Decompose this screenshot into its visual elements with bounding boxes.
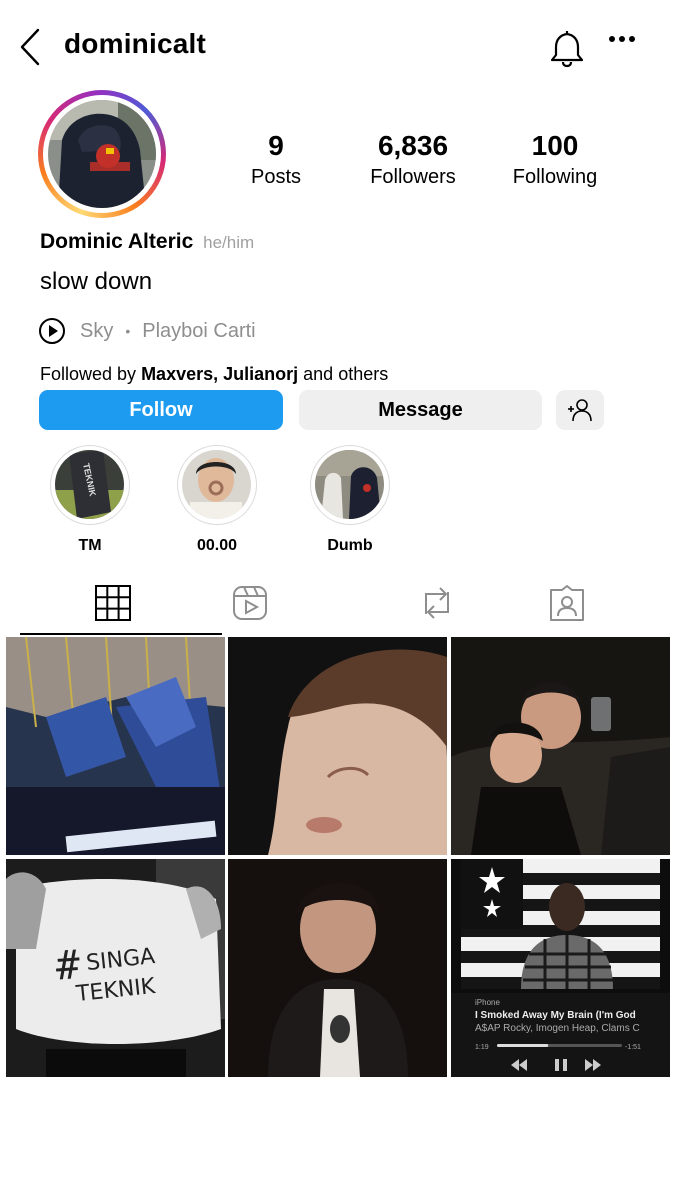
grid-icon[interactable] [94,584,132,622]
post-thumbnail[interactable]: # SINGA TEKNIK [6,859,225,1077]
now-playing-progress [497,1044,549,1047]
now-playing-source: iPhone [475,998,500,1007]
following-count-label: Following [512,166,598,188]
now-playing-elapsed: 1:19 [475,1044,489,1051]
highlight-item[interactable]: Dumb [308,445,392,555]
active-tab-indicator [20,633,222,635]
post-thumbnail[interactable] [6,637,225,855]
highlight-label: 00.00 [196,537,238,554]
message-button[interactable]: Message [299,390,542,430]
follow-button[interactable]: Follow [39,390,283,430]
avatar-story-ring[interactable] [38,90,166,218]
highlight-label: Dumb [327,537,373,554]
profile-music[interactable]: Sky • Playboi Carti [38,316,256,346]
profile-username: dominicalt [64,28,207,59]
followers-count[interactable]: 6,836 Followers [358,130,468,189]
post-thumbnail[interactable]: iPhone I Smoked Away My Brain (I'm God A… [451,859,670,1077]
highlight-cover: TEKNIK [55,450,124,519]
followers-count-value: 6,836 [377,130,449,161]
highlight-item[interactable]: TEKNIK TM [48,445,132,555]
followed-by-prefix: Followed by [40,364,137,384]
followed-by-names: Maxvers, Julianorj [141,364,299,384]
followers-count-label: Followers [370,166,456,188]
display-name-text: Dominic Alteric [40,230,194,253]
tagged-icon[interactable] [548,584,586,622]
bell-icon[interactable] [548,28,586,68]
followed-by[interactable]: Followed by Maxvers, Julianorj and other… [40,364,388,385]
music-artist: Playboi Carti [142,319,256,342]
followed-by-suffix: and others [303,364,389,384]
music-song: Sky [80,319,114,342]
chevron-left-icon[interactable] [18,28,44,66]
now-playing-remaining: -1:51 [625,1044,641,1051]
posts-count: 9 Posts [236,130,316,189]
posts-count-value: 9 [268,130,284,161]
bio: slow down [40,268,153,295]
separator-dot: • [125,323,131,339]
highlight-label: TM [78,537,102,554]
now-playing-title: I Smoked Away My Brain (I'm God [475,1010,636,1021]
suggest-people-button[interactable] [556,390,604,430]
reposts-icon[interactable] [418,584,456,622]
highlight-cover [182,450,251,519]
display-name: Dominic Alteric he/him [40,230,254,254]
following-count[interactable]: 100 Following [505,130,605,189]
post-thumbnail[interactable] [228,637,447,855]
avatar [48,100,156,208]
post-thumbnail[interactable] [228,859,447,1077]
more-icon[interactable] [608,34,636,44]
profile-header: dominicalt [0,0,675,90]
pronouns: he/him [203,233,255,252]
reels-icon[interactable] [231,584,269,622]
post-thumbnail[interactable] [451,637,670,855]
following-count-value: 100 [531,130,579,161]
add-person-icon [568,399,592,422]
posts-count-label: Posts [250,166,302,188]
highlight-item[interactable]: 00.00 [175,445,259,555]
now-playing-artists: A$AP Rocky, Imogen Heap, Clams C [475,1023,640,1034]
highlight-cover [315,450,384,519]
play-icon [39,318,65,344]
